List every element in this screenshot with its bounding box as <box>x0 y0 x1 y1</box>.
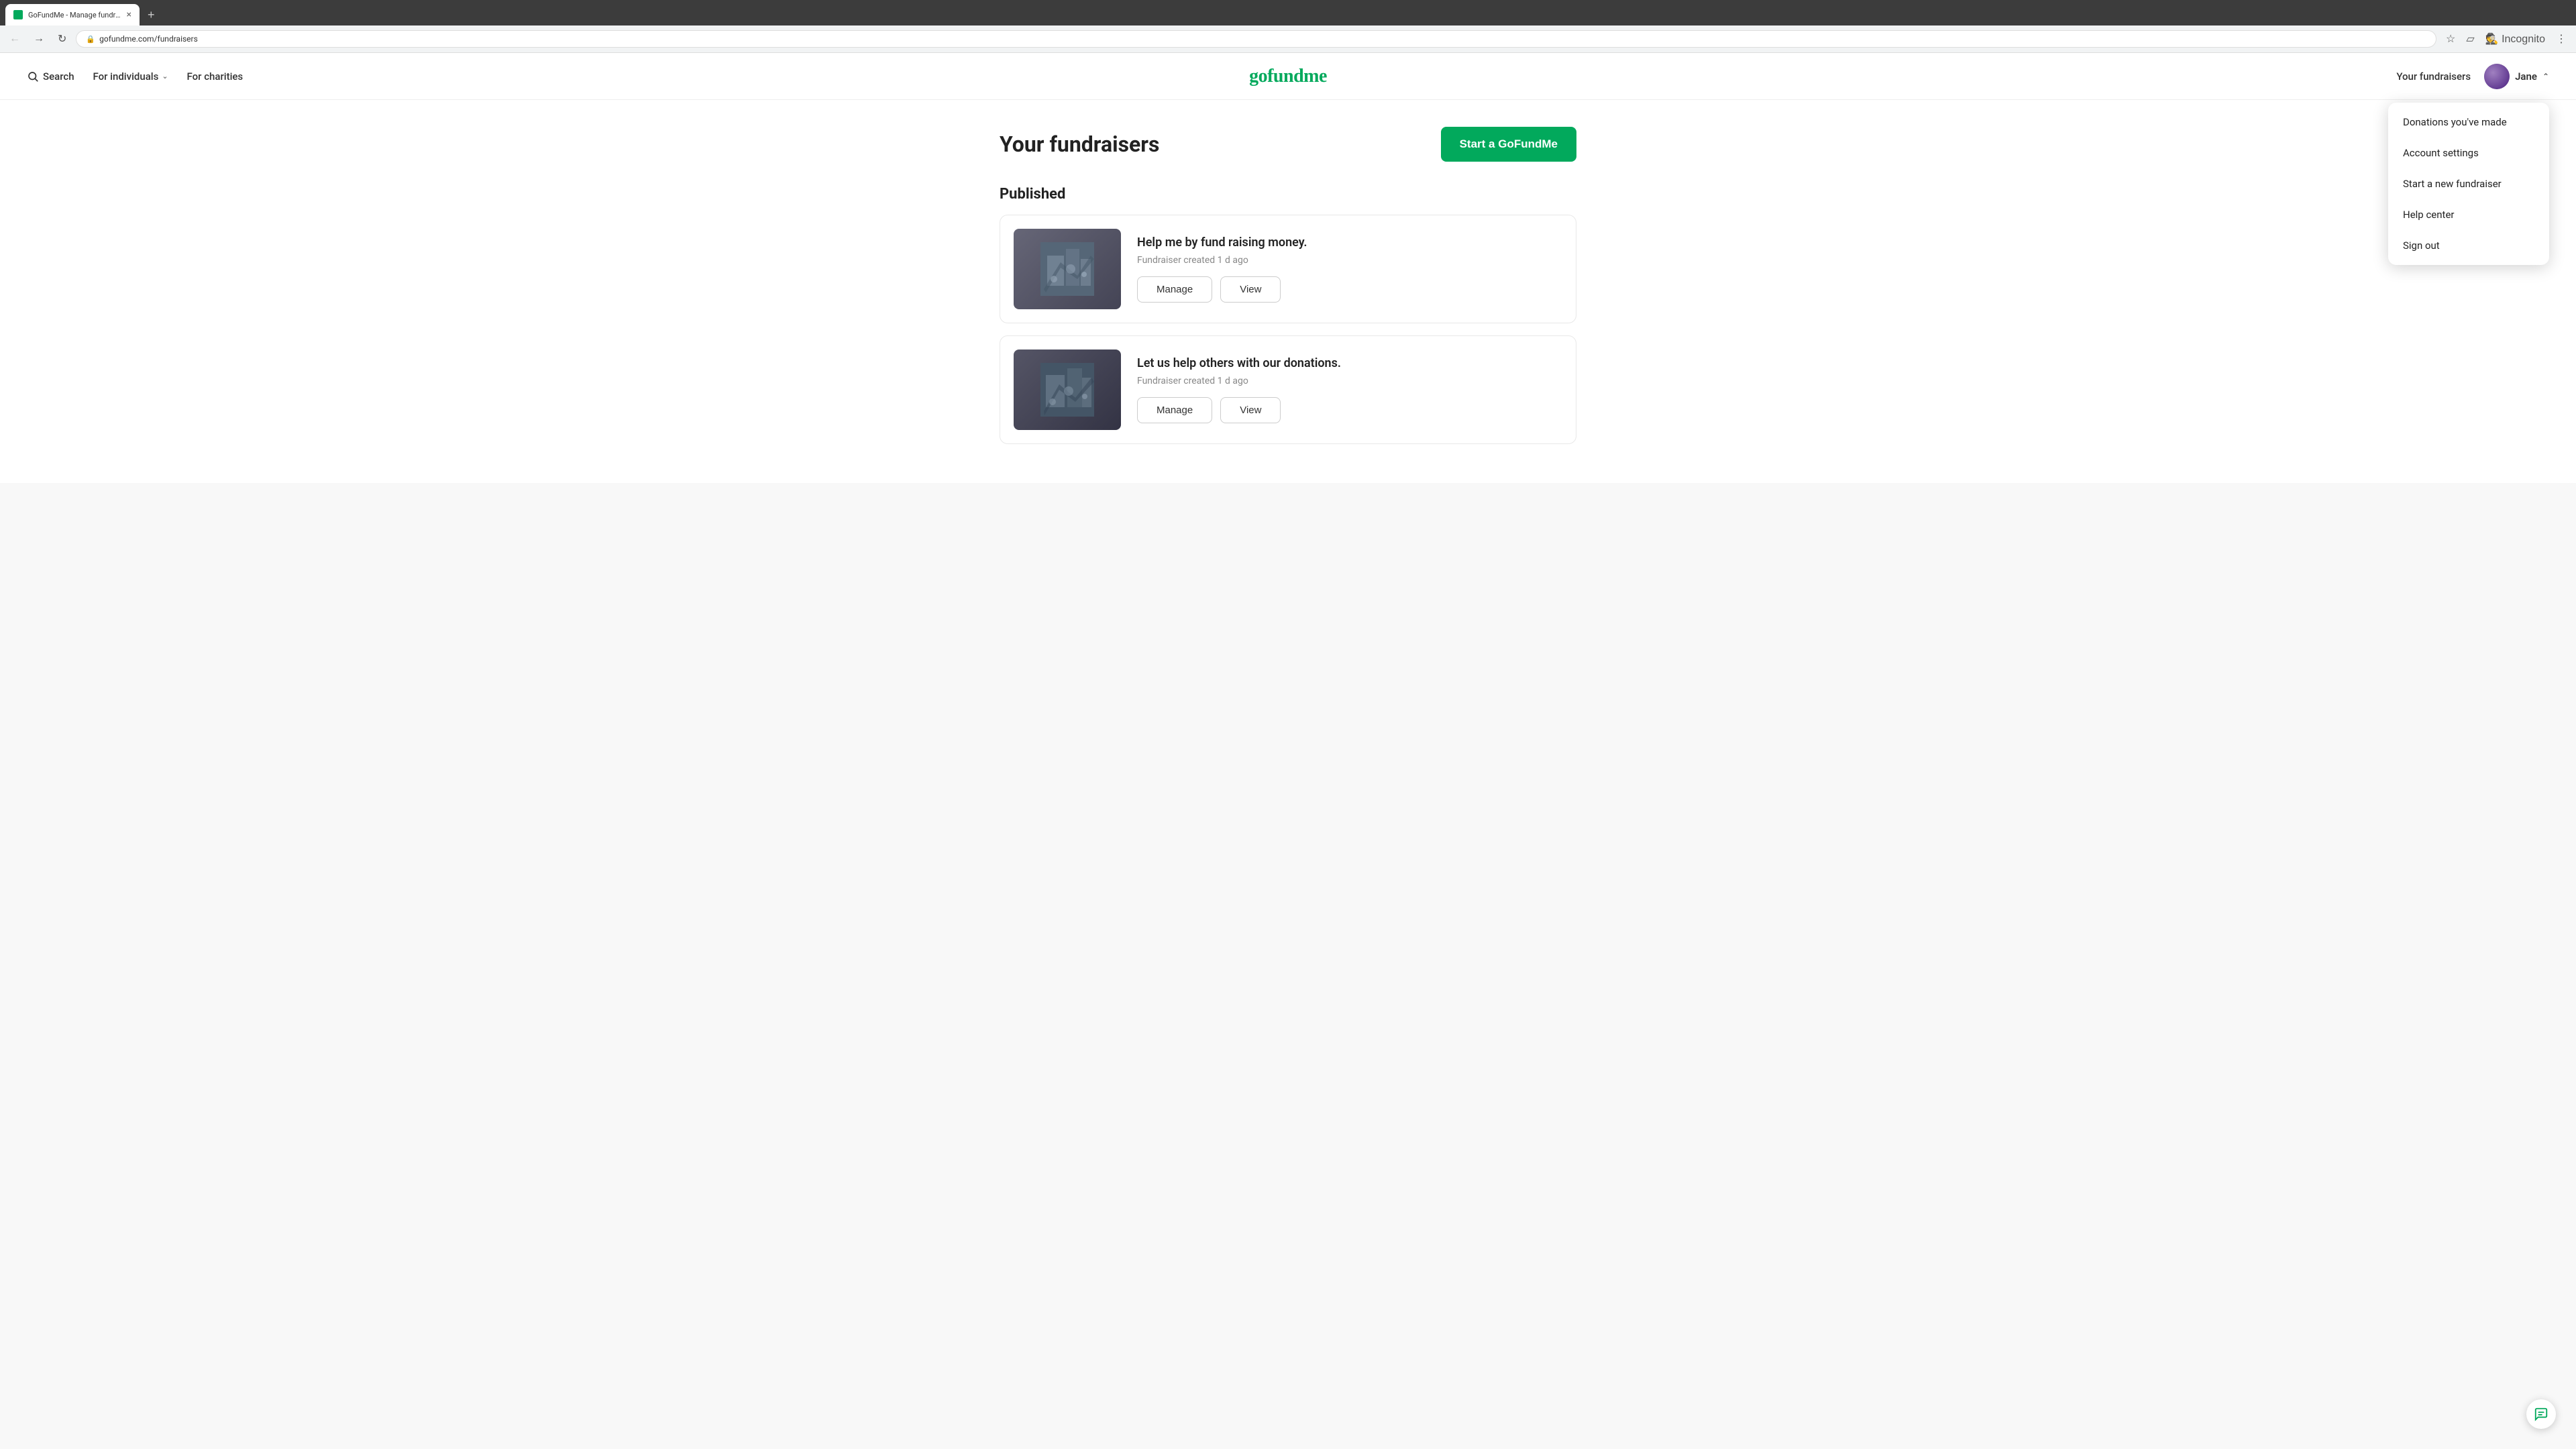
fundraiser-thumbnail-2 <box>1040 363 1094 417</box>
for-charities-nav[interactable]: For charities <box>187 70 244 83</box>
fundraiser-thumbnail <box>1040 242 1094 296</box>
dropdown-item-start-fundraiser[interactable]: Start a new fundraiser <box>2388 168 2549 199</box>
page-title: Your fundraisers <box>1000 131 1159 157</box>
fundraiser-actions: Manage View <box>1137 397 1562 423</box>
fundraiser-info: Let us help others with our donations. F… <box>1137 356 1562 423</box>
view-button[interactable]: View <box>1220 397 1281 423</box>
url-text: gofundme.com/fundraisers <box>99 34 198 44</box>
tab-bar: GoFundMe - Manage fundraise... × + <box>5 4 2571 25</box>
fundraiser-info: Help me by fund raising money. Fundraise… <box>1137 235 1562 303</box>
fundraiser-card: Let us help others with our donations. F… <box>1000 335 1576 444</box>
fundraiser-actions: Manage View <box>1137 276 1562 303</box>
your-fundraisers-link[interactable]: Your fundraisers <box>2396 70 2471 83</box>
published-section-title: Published <box>1000 186 1576 203</box>
user-name-label: Jane <box>2515 70 2537 83</box>
tab-favicon <box>13 10 23 19</box>
fundraiser-title: Let us help others with our donations. <box>1137 356 1562 370</box>
forward-button[interactable]: → <box>30 30 48 48</box>
bookmark-button[interactable]: ☆ <box>2442 30 2459 48</box>
avatar-image <box>2484 64 2510 89</box>
active-tab[interactable]: GoFundMe - Manage fundraise... × <box>5 4 140 25</box>
for-charities-label: For charities <box>187 70 244 83</box>
for-individuals-label: For individuals <box>93 70 159 83</box>
view-button[interactable]: View <box>1220 276 1281 303</box>
browser-toolbar: ← → ↻ 🔒 gofundme.com/fundraisers ☆ ▱ 🕵 I… <box>0 25 2576 53</box>
nav-right: Your fundraisers Jane ⌃ Donations you've… <box>2396 64 2549 89</box>
nav-left: Search For individuals ⌄ For charities <box>27 70 243 83</box>
page-content: Search For individuals ⌄ For charities g… <box>0 53 2576 483</box>
lock-icon: 🔒 <box>86 35 95 44</box>
dropdown-item-help-center[interactable]: Help center <box>2388 199 2549 230</box>
user-menu-chevron: ⌃ <box>2542 72 2549 81</box>
fundraiser-image <box>1014 350 1121 430</box>
fundraiser-meta: Fundraiser created 1 d ago <box>1137 376 1562 386</box>
main-nav: Search For individuals ⌄ For charities g… <box>0 53 2576 100</box>
user-dropdown-menu: Donations you've made Account settings S… <box>2388 103 2549 265</box>
logo-text: gofundme <box>1249 66 1327 87</box>
fundraiser-card: Help me by fund raising money. Fundraise… <box>1000 215 1576 323</box>
site-logo[interactable]: gofundme <box>1249 66 1327 87</box>
reload-button[interactable]: ↻ <box>54 30 70 48</box>
fundraiser-meta: Fundraiser created 1 d ago <box>1137 255 1562 266</box>
search-label: Search <box>43 70 74 83</box>
page-header: Your fundraisers Start a GoFundMe <box>1000 127 1576 162</box>
more-menu-button[interactable]: ⋮ <box>2552 30 2571 48</box>
start-gofundme-button[interactable]: Start a GoFundMe <box>1441 127 1576 162</box>
new-tab-button[interactable]: + <box>142 4 160 25</box>
back-button[interactable]: ← <box>5 30 24 48</box>
fundraiser-image <box>1014 229 1121 309</box>
fundraiser-title: Help me by fund raising money. <box>1137 235 1562 250</box>
manage-button[interactable]: Manage <box>1137 397 1212 423</box>
toolbar-actions: ☆ ▱ 🕵 Incognito ⋮ <box>2442 30 2571 48</box>
user-menu-trigger[interactable]: Jane ⌃ Donations you've made Account set… <box>2484 64 2549 89</box>
split-screen-button[interactable]: ▱ <box>2462 30 2478 48</box>
for-individuals-chevron: ⌄ <box>162 72 168 80</box>
incognito-label: Incognito <box>2502 34 2545 45</box>
main-content: Your fundraisers Start a GoFundMe Publis… <box>986 100 1590 483</box>
search-link[interactable]: Search <box>27 70 74 83</box>
chat-icon <box>2534 1407 2548 1421</box>
tab-close-button[interactable]: × <box>127 10 131 19</box>
for-individuals-nav[interactable]: For individuals ⌄ <box>93 70 168 83</box>
manage-button[interactable]: Manage <box>1137 276 1212 303</box>
dropdown-item-account-settings[interactable]: Account settings <box>2388 138 2549 168</box>
dropdown-item-sign-out[interactable]: Sign out <box>2388 230 2549 261</box>
address-bar[interactable]: 🔒 gofundme.com/fundraisers <box>76 30 2436 48</box>
chat-widget[interactable] <box>2526 1399 2556 1429</box>
dropdown-item-donations[interactable]: Donations you've made <box>2388 107 2549 138</box>
user-avatar <box>2484 64 2510 89</box>
search-icon <box>27 70 39 83</box>
incognito-button[interactable]: 🕵 Incognito <box>2481 30 2549 48</box>
tab-title: GoFundMe - Manage fundraise... <box>28 11 121 19</box>
browser-chrome: GoFundMe - Manage fundraise... × + <box>0 0 2576 25</box>
